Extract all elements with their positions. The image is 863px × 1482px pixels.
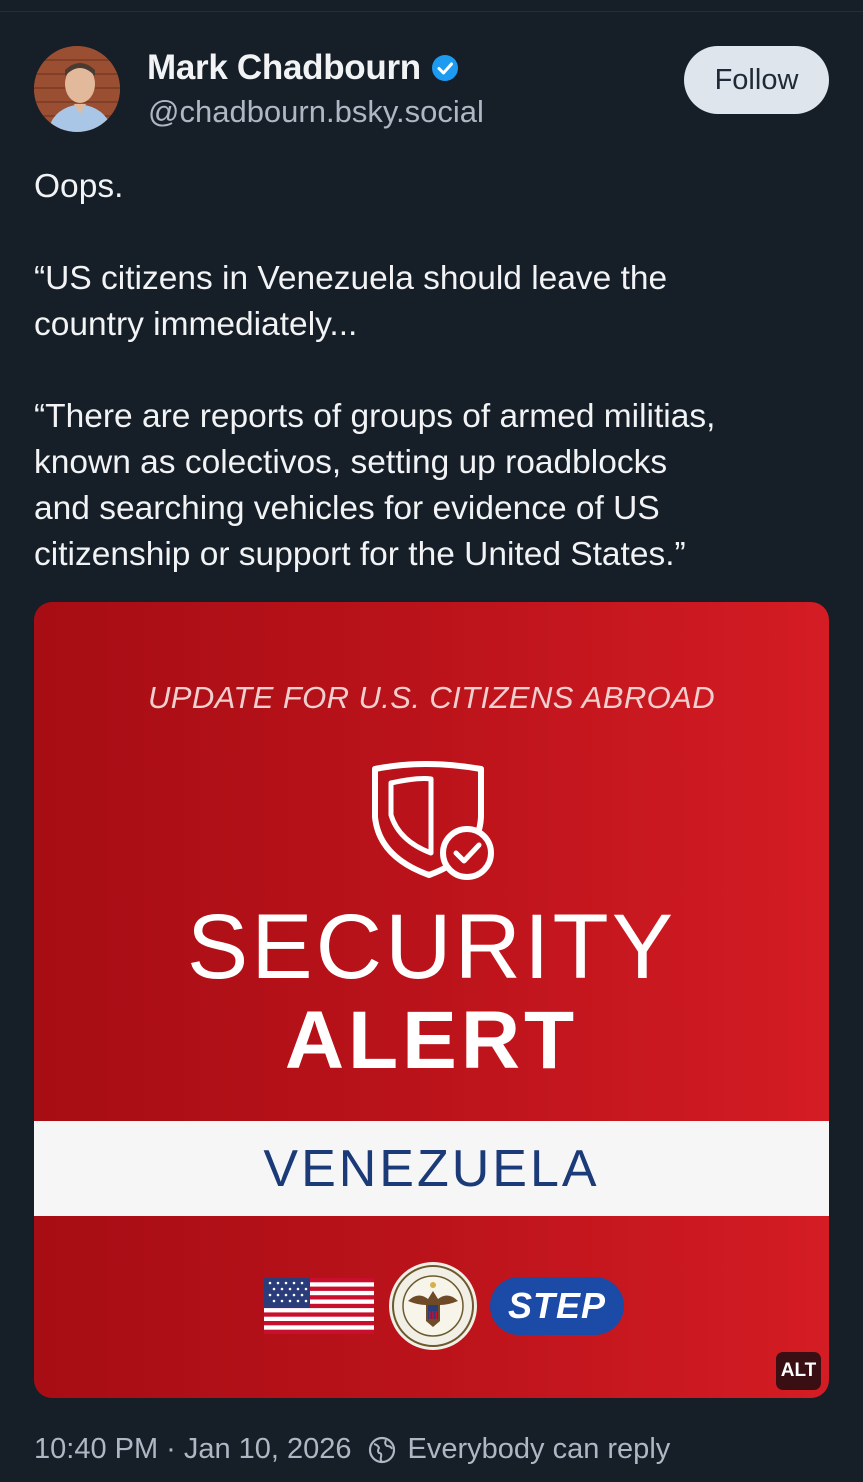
post-line: citizenship or support for the United St… xyxy=(34,536,686,573)
verified-badge-icon xyxy=(431,55,458,81)
follow-button[interactable]: Follow xyxy=(684,46,829,114)
security-title: SECURITY xyxy=(186,896,677,998)
post-date[interactable]: Jan 10, 2026 xyxy=(184,1433,352,1466)
us-flag xyxy=(264,1278,374,1334)
country-label: VENEZUELA xyxy=(263,1139,600,1198)
post-meta: 10:40 PM · Jan 10, 2026 Everybody can re… xyxy=(34,1433,670,1466)
post-line: “There are reports of groups of armed mi… xyxy=(34,398,716,435)
meta-separator: · xyxy=(166,1433,176,1465)
state-department-seal xyxy=(389,1262,477,1350)
globe-icon xyxy=(368,1436,395,1463)
post-image[interactable]: UPDATE FOR U.S. CITIZENS ABROAD SECURITY… xyxy=(34,602,829,1398)
alt-text-button[interactable]: ALT xyxy=(776,1352,821,1390)
author-name[interactable]: Mark Chadbourn xyxy=(147,48,421,88)
alert-title: ALERT xyxy=(284,995,579,1086)
image-header: UPDATE FOR U.S. CITIZENS ABROAD xyxy=(147,680,715,715)
step-logo: STEP xyxy=(490,1277,624,1335)
post-line: known as colectivos, setting up roadbloc… xyxy=(34,444,668,481)
author-handle[interactable]: @chadbourn.bsky.social xyxy=(148,94,484,130)
country-band: VENEZUELA xyxy=(34,1121,829,1216)
post-line: Oops. xyxy=(34,168,124,205)
post-line: country immediately... xyxy=(34,306,358,343)
post-time[interactable]: 10:40 PM xyxy=(34,1433,158,1466)
post-line: “US citizens in Venezuela should leave t… xyxy=(34,260,668,297)
top-divider xyxy=(0,0,863,12)
author-name-row: Mark Chadbourn xyxy=(147,48,459,88)
reply-setting[interactable]: Everybody can reply xyxy=(408,1433,671,1466)
post-text: Oops. “US citizens in Venezuela should l… xyxy=(34,164,834,578)
post-line: and searching vehicles for evidence of U… xyxy=(34,490,660,527)
shield-check-icon xyxy=(372,761,494,880)
avatar[interactable] xyxy=(34,46,120,132)
